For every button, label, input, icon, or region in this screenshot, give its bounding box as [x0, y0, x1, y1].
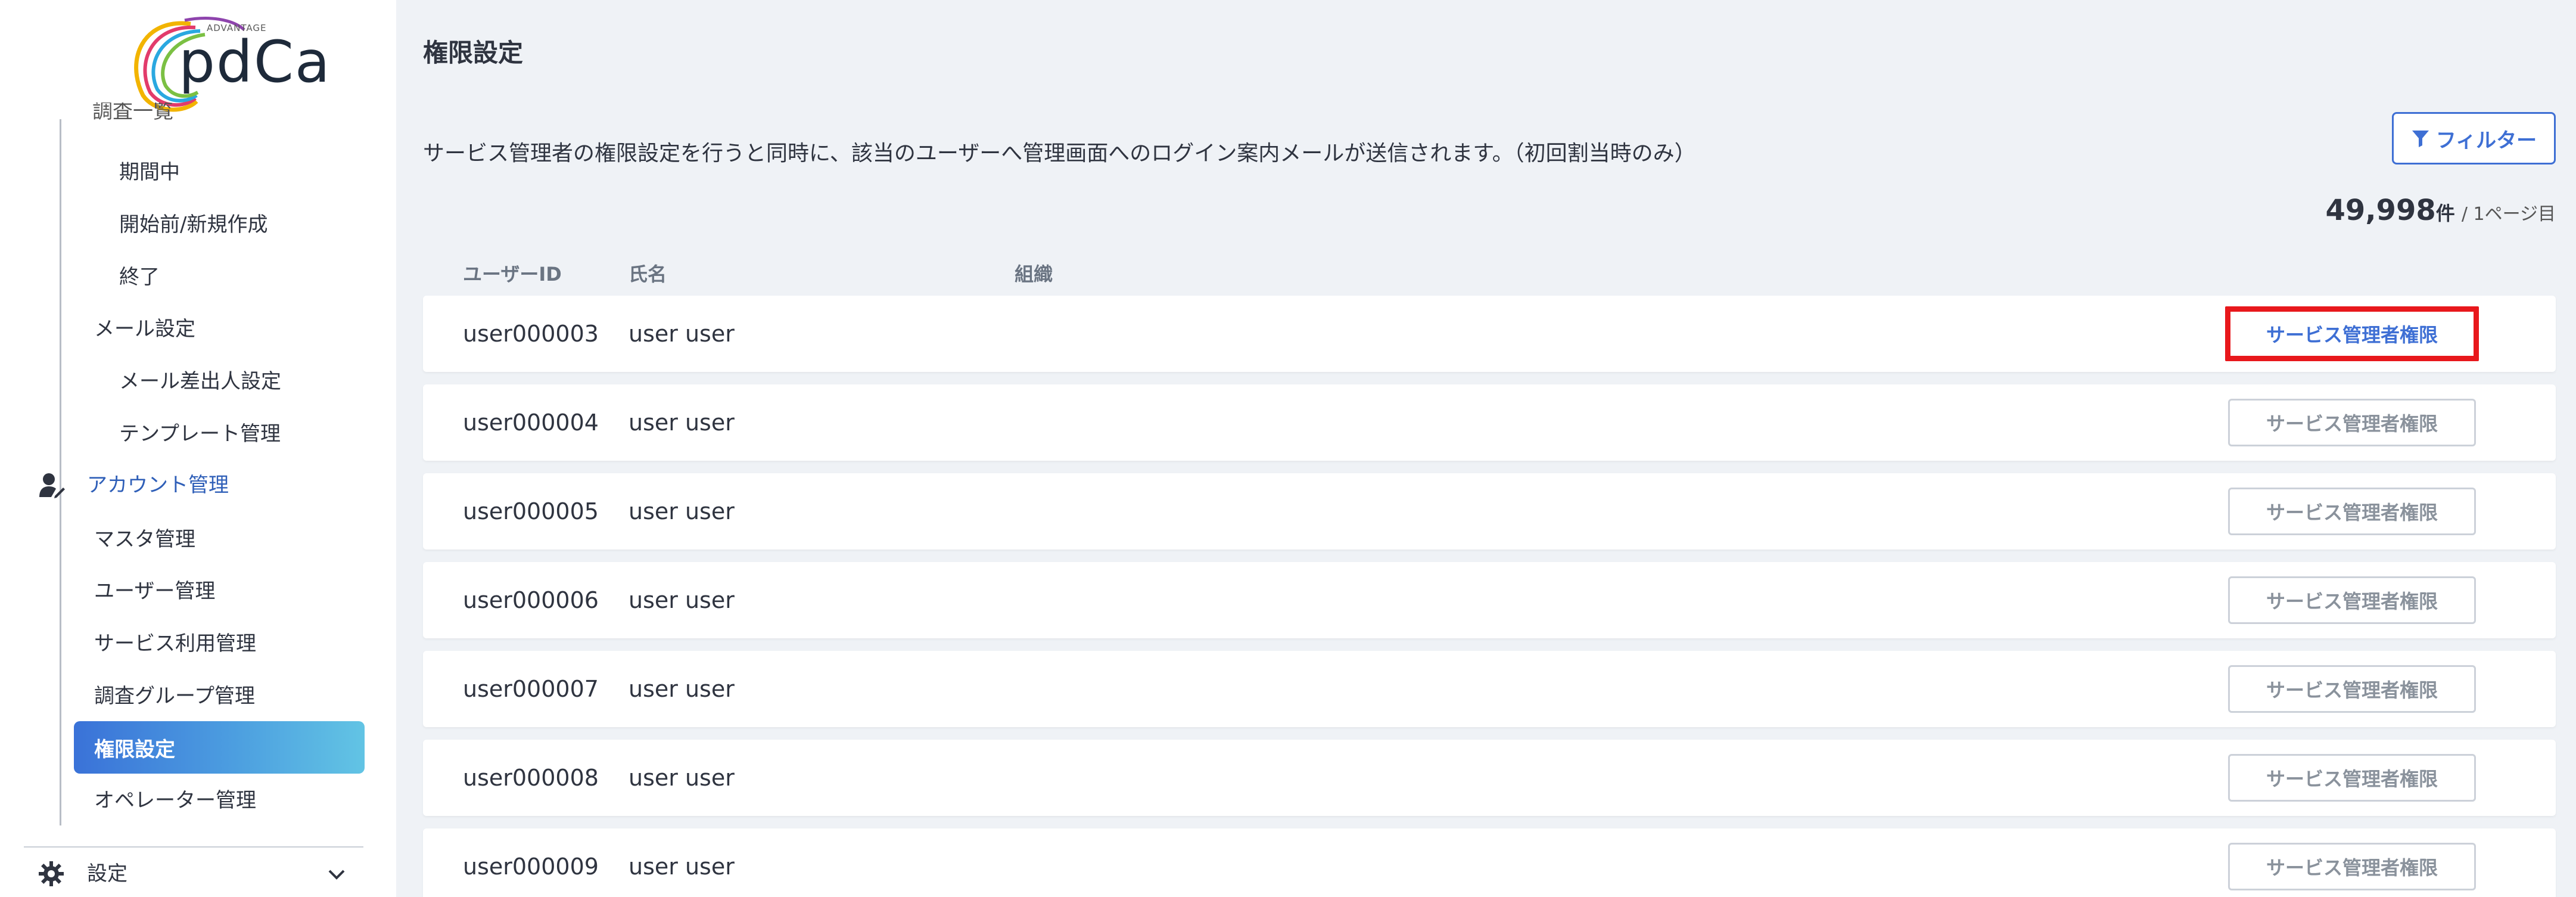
sidebar-item-mail-sender[interactable]: メール差出人設定: [119, 371, 281, 392]
sidebar-item-service-usage[interactable]: サービス利用管理: [94, 634, 256, 654]
service-admin-permission-button[interactable]: サービス管理者権限: [2228, 843, 2476, 890]
page-title: 権限設定: [423, 38, 524, 67]
sidebar-item-mail-settings[interactable]: メール設定: [94, 319, 195, 339]
page-indicator: / 1ページ目: [2461, 204, 2556, 225]
user-edit-icon: [36, 470, 67, 501]
filter-button[interactable]: フィルター: [2392, 112, 2556, 164]
cell-user-id: user000007: [463, 676, 599, 702]
cell-name: user user: [629, 676, 735, 702]
page-description: サービス管理者の権限設定を行うと同時に、該当のユーザーへ管理画面へのログイン案内…: [423, 141, 1696, 166]
table-row: user000009 user user サービス管理者権限: [423, 828, 2556, 897]
sidebar-item-survey-groups[interactable]: 調査グループ管理: [94, 686, 255, 706]
chevron-down-icon[interactable]: [325, 862, 349, 886]
gear-icon: [36, 858, 67, 889]
service-admin-permission-button[interactable]: サービス管理者権限: [2228, 488, 2476, 535]
sidebar-item-operators[interactable]: オペレーター管理: [94, 790, 256, 811]
service-admin-permission-button[interactable]: サービス管理者権限: [2228, 665, 2476, 713]
table-row: user000005 user user サービス管理者権限: [423, 473, 2556, 550]
sidebar-item-before-start[interactable]: 開始前/新規作成: [119, 215, 267, 235]
service-admin-permission-button[interactable]: サービス管理者権限: [2228, 399, 2476, 446]
service-admin-permission-button[interactable]: サービス管理者権限: [2225, 306, 2479, 361]
filter-button-label: フィルター: [2435, 128, 2537, 153]
table-row: user000007 user user サービス管理者権限: [423, 651, 2556, 727]
main-content: 権限設定 サービス管理者の権限設定を行うと同時に、該当のユーザーへ管理画面へのロ…: [396, 0, 2576, 897]
table-row: user000006 user user サービス管理者権限: [423, 562, 2556, 638]
sidebar-item-clipped[interactable]: 調査一覧: [92, 103, 173, 120]
cell-user-id: user000005: [463, 498, 599, 524]
service-admin-permission-button[interactable]: サービス管理者権限: [2228, 576, 2476, 624]
sidebar-item-template[interactable]: テンプレート管理: [119, 424, 281, 444]
cell-user-id: user000006: [463, 587, 599, 613]
table-row: user000008 user user サービス管理者権限: [423, 740, 2556, 816]
result-count-unit: 件: [2435, 202, 2455, 225]
app-logo[interactable]: ADVANTAGE pdCa: [119, 12, 330, 116]
cell-user-id: user000008: [463, 765, 599, 791]
sidebar-divider: [24, 846, 363, 848]
service-admin-permission-button[interactable]: サービス管理者権限: [2228, 754, 2476, 802]
column-header-name: 氏名: [629, 263, 667, 285]
table-row: user000003 user user サービス管理者権限: [423, 296, 2556, 372]
cell-name: user user: [629, 765, 735, 791]
sidebar-item-master[interactable]: マスタ管理: [94, 529, 195, 550]
result-count: 49,998件 / 1ページ目: [2326, 194, 2556, 227]
sidebar-section-settings-label: 設定: [87, 862, 127, 886]
result-count-number: 49,998: [2325, 194, 2436, 227]
cell-user-id: user000004: [463, 409, 599, 436]
filter-icon: [2412, 131, 2429, 147]
cell-name: user user: [629, 587, 735, 613]
cell-user-id: user000003: [463, 321, 599, 347]
cell-name: user user: [629, 853, 735, 880]
sidebar-item-permissions[interactable]: 権限設定: [74, 721, 365, 774]
sidebar-section-account-label: アカウント管理: [87, 473, 229, 497]
cell-user-id: user000009: [463, 853, 599, 880]
column-header-user-id: ユーザーID: [463, 263, 562, 285]
table-row: user000004 user user サービス管理者権限: [423, 384, 2556, 461]
sidebar-section-settings[interactable]: 設定: [36, 858, 127, 889]
cell-name: user user: [629, 321, 735, 347]
sidebar-item-active-period[interactable]: 期間中: [119, 162, 180, 182]
cell-name: user user: [629, 409, 735, 436]
sidebar: ADVANTAGE pdCa 調査一覧 期間中 開始前/新規作成 終了 メール設…: [0, 0, 396, 897]
nav-tree-line-account: [60, 513, 61, 825]
column-header-org: 組織: [1015, 263, 1053, 285]
sidebar-item-users[interactable]: ユーザー管理: [94, 581, 215, 601]
cell-name: user user: [629, 498, 735, 524]
sidebar-section-account[interactable]: アカウント管理: [36, 470, 229, 501]
logo-text: pdCa: [179, 29, 331, 95]
sidebar-item-permissions-label: 権限設定: [94, 737, 175, 762]
sidebar-item-finished[interactable]: 終了: [119, 267, 160, 287]
